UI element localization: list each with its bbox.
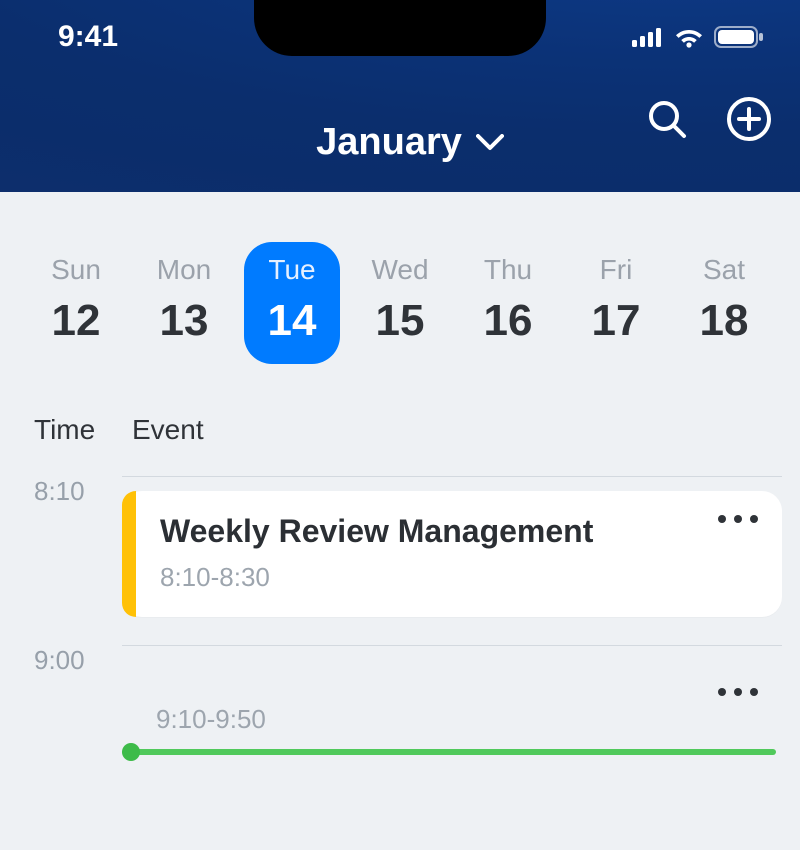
month-picker[interactable]: January — [316, 121, 504, 164]
chevron-down-icon — [476, 134, 504, 152]
schedule-header: Time Event — [34, 414, 782, 470]
divider — [122, 476, 782, 477]
day-number: 18 — [676, 296, 772, 346]
app-header: 9:41 January — [0, 0, 800, 192]
day-number: 15 — [352, 296, 448, 346]
event-card[interactable]: Weekly Review Management 8:10-8:30 — [122, 491, 782, 617]
event-time-range: 8:10-8:30 — [160, 562, 758, 593]
day-number: 17 — [568, 296, 664, 346]
day-tue[interactable]: Tue 14 — [244, 242, 340, 364]
slot-time-label: 8:10 — [34, 476, 122, 507]
event-time-range: 9:10-9:50 — [156, 704, 782, 749]
day-thu[interactable]: Thu 16 — [460, 242, 556, 364]
week-strip: Sun 12 Mon 13 Tue 14 Wed 15 Thu 16 Fri 1… — [0, 192, 800, 374]
more-horizontal-icon — [718, 515, 758, 523]
status-bar: 9:41 — [0, 20, 800, 54]
search-button[interactable] — [640, 94, 694, 148]
event-accent — [122, 491, 136, 617]
event-more-button[interactable] — [718, 515, 758, 523]
day-number: 13 — [136, 296, 232, 346]
day-number: 12 — [28, 296, 124, 346]
day-label: Tue — [244, 254, 340, 286]
column-event-header: Event — [132, 414, 204, 446]
month-label: January — [316, 121, 462, 164]
day-mon[interactable]: Mon 13 — [136, 242, 232, 364]
progress-thumb — [122, 743, 140, 761]
day-label: Sun — [28, 254, 124, 286]
event-progress[interactable] — [122, 749, 776, 755]
day-label: Sat — [676, 254, 772, 286]
wifi-icon — [674, 26, 704, 48]
day-label: Wed — [352, 254, 448, 286]
day-wed[interactable]: Wed 15 — [352, 242, 448, 364]
day-fri[interactable]: Fri 17 — [568, 242, 664, 364]
event-title: Weekly Review Management — [160, 513, 758, 550]
day-label: Thu — [460, 254, 556, 286]
day-sun[interactable]: Sun 12 — [28, 242, 124, 364]
day-sat[interactable]: Sat 18 — [676, 242, 772, 364]
more-horizontal-icon — [718, 688, 758, 696]
add-button[interactable] — [722, 94, 776, 148]
time-slot: 9:00 9:10-9:50 — [34, 645, 782, 755]
battery-icon — [714, 25, 764, 49]
day-number: 16 — [460, 296, 556, 346]
cellular-signal-icon — [632, 27, 664, 47]
day-number: 14 — [244, 296, 340, 346]
status-indicators — [632, 25, 764, 49]
slot-time-label: 9:00 — [34, 645, 122, 676]
time-slot: 8:10 Weekly Review Management 8:10-8:30 — [34, 476, 782, 617]
day-label: Fri — [568, 254, 664, 286]
progress-track — [122, 749, 776, 755]
schedule: Time Event 8:10 Weekly Review Management… — [0, 374, 800, 755]
status-time: 9:41 — [58, 20, 118, 54]
day-label: Mon — [136, 254, 232, 286]
plus-circle-icon — [726, 96, 772, 147]
event-more-button[interactable] — [122, 646, 782, 704]
search-icon — [646, 98, 688, 145]
column-time-header: Time — [34, 414, 104, 446]
